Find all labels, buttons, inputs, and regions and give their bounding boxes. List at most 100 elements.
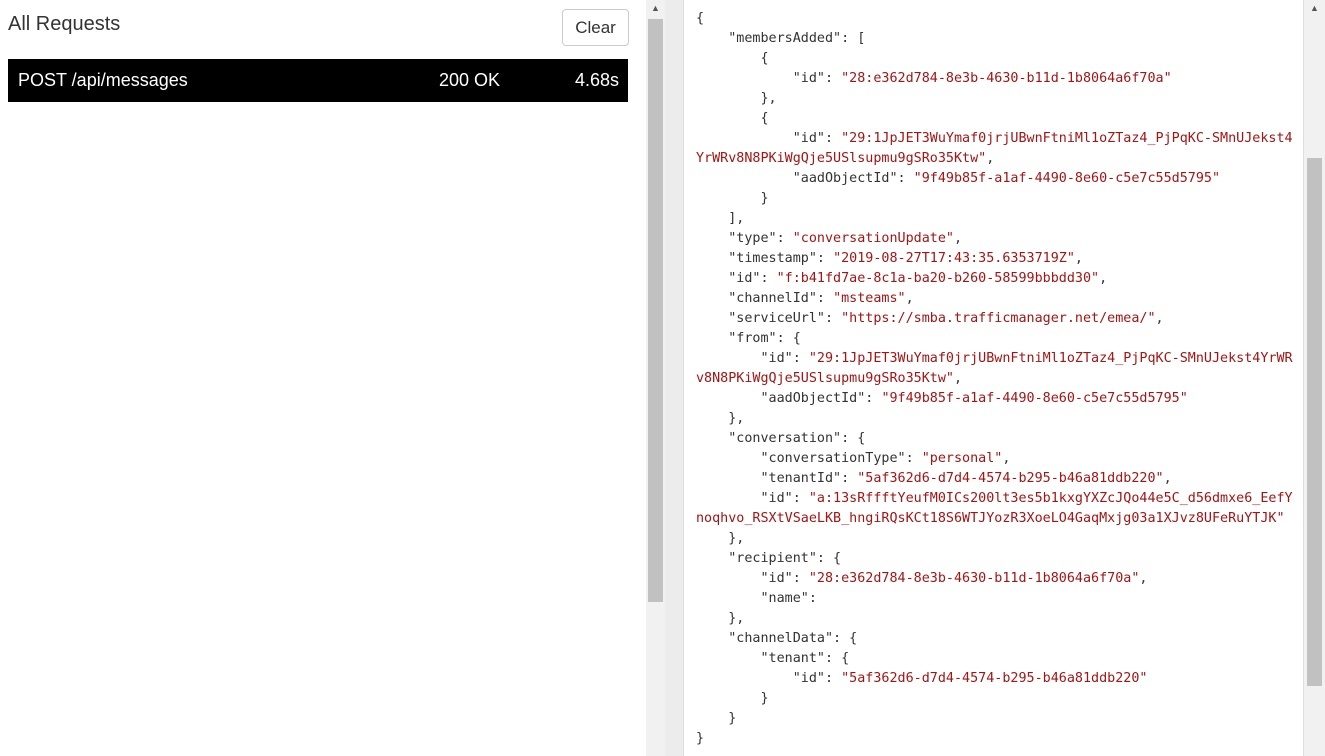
json-body: { "membersAdded": [ { "id": "28:e362d784…: [696, 9, 1296, 749]
json-token: "tenant": {: [696, 651, 850, 666]
json-string-value: "9f49b85f-a1af-4490-8e60-c5e7c55d5795": [913, 171, 1221, 186]
request-row[interactable]: POST /api/messages 200 OK 4.68s: [8, 59, 628, 102]
json-line: "aadObjectId": "9f49b85f-a1af-4490-8e60-…: [696, 389, 1296, 409]
json-line: v8N8PKiWgQje5USlsupmu9gSRo35Ktw",: [696, 369, 1296, 389]
json-token: {: [696, 111, 769, 126]
json-line: {: [696, 9, 1296, 29]
requests-pane: All Requests Clear POST /api/messages 20…: [0, 0, 646, 756]
json-token: "id":: [696, 671, 842, 686]
json-line: "tenant": {: [696, 649, 1296, 669]
right-scrollbar-thumb[interactable]: [1307, 158, 1322, 686]
json-token: },: [696, 611, 745, 626]
json-line: }: [696, 689, 1296, 709]
json-token: ,: [953, 371, 963, 386]
json-token: }: [696, 711, 737, 726]
json-token: {: [696, 51, 769, 66]
json-token: },: [696, 91, 777, 106]
json-string-value: v8N8PKiWgQje5USlsupmu9gSRo35Ktw": [696, 371, 954, 386]
json-line: }: [696, 189, 1296, 209]
json-token: "id":: [696, 131, 842, 146]
json-line: "id": "28:e362d784-8e3b-4630-b11d-1b8064…: [696, 569, 1296, 589]
json-line: "channelData": {: [696, 629, 1296, 649]
page-title: All Requests: [8, 13, 121, 35]
json-line: "id": "29:1JpJET3WuYmaf0jrjUBwnFtniMl1oZ…: [696, 349, 1296, 369]
right-scrollbar[interactable]: ▲: [1304, 0, 1325, 756]
json-line: {: [696, 49, 1296, 69]
json-token: ],: [696, 211, 745, 226]
json-token: ,: [1099, 271, 1108, 286]
json-token: ,: [954, 231, 963, 246]
json-token: "membersAdded": [: [696, 31, 866, 46]
json-line: },: [696, 529, 1296, 549]
json-token: "id":: [696, 351, 809, 366]
json-token: "serviceUrl":: [696, 311, 842, 326]
request-duration: 4.68s: [574, 70, 619, 90]
json-token: "aadObjectId":: [696, 391, 882, 406]
json-token: "id":: [696, 571, 809, 586]
clear-button[interactable]: Clear: [562, 9, 629, 46]
json-token: ,: [1074, 251, 1083, 266]
json-token: ,: [986, 151, 995, 166]
json-token: "id":: [696, 71, 842, 86]
json-line: "id": "f:b41fd7ae-8c1a-ba20-b260-58599bb…: [696, 269, 1296, 289]
json-token: ,: [1163, 471, 1172, 486]
json-token: },: [696, 531, 745, 546]
json-line: "membersAdded": [: [696, 29, 1296, 49]
json-token: {: [696, 11, 705, 26]
json-line: "recipient": {: [696, 549, 1296, 569]
json-line: ],: [696, 209, 1296, 229]
json-token: "from": {: [696, 331, 801, 346]
json-string-value: "9f49b85f-a1af-4490-8e60-c5e7c55d5795": [881, 391, 1188, 406]
json-line: "conversationType": "personal",: [696, 449, 1296, 469]
json-token: "conversationType":: [696, 451, 922, 466]
left-scrollbar-thumb[interactable]: [648, 19, 663, 602]
json-string-value: "https://smba.trafficmanager.net/emea/": [841, 311, 1156, 326]
json-line: "from": {: [696, 329, 1296, 349]
scroll-up-icon[interactable]: ▲: [1304, 0, 1325, 17]
json-line: }: [696, 729, 1296, 749]
json-token: ,: [1002, 451, 1011, 466]
json-token: "channelId":: [696, 291, 834, 306]
json-string-value: "personal": [921, 451, 1003, 466]
json-line: "serviceUrl": "https://smba.trafficmanag…: [696, 309, 1296, 329]
json-line: "aadObjectId": "9f49b85f-a1af-4490-8e60-…: [696, 169, 1296, 189]
json-token: }: [696, 191, 769, 206]
json-line: {: [696, 109, 1296, 129]
json-string-value: noqhvo_RSXtVSaeLKB_hngiRQsKCt18S6WTJYozR…: [696, 511, 1285, 526]
json-token: "id":: [696, 271, 777, 286]
json-string-value: "a:13sRffftYeufM0ICs200lt3es5b1kxgYXZcJQ…: [808, 491, 1293, 506]
json-line: "id": "28:e362d784-8e3b-4630-b11d-1b8064…: [696, 69, 1296, 89]
json-string-value: "29:1JpJET3WuYmaf0jrjUBwnFtniMl1oZTaz4_P…: [808, 351, 1293, 366]
json-line: "type": "conversationUpdate",: [696, 229, 1296, 249]
json-line: "id": "5af362d6-d7d4-4574-b295-b46a81ddb…: [696, 669, 1296, 689]
json-line: "timestamp": "2019-08-27T17:43:35.635371…: [696, 249, 1296, 269]
json-token: "recipient": {: [696, 551, 842, 566]
json-line: "tenantId": "5af362d6-d7d4-4574-b295-b46…: [696, 469, 1296, 489]
json-token: "conversation": {: [696, 431, 866, 446]
json-line: "name":: [696, 589, 1296, 609]
pane-divider[interactable]: [665, 0, 684, 756]
scroll-up-icon[interactable]: ▲: [646, 0, 665, 17]
json-token: ,: [1155, 311, 1164, 326]
json-line: "conversation": {: [696, 429, 1296, 449]
json-line: "id": "29:1JpJET3WuYmaf0jrjUBwnFtniMl1oZ…: [696, 129, 1296, 149]
json-string-value: "msteams": [833, 291, 906, 306]
json-string-value: YrWRv8N8PKiWgQje5USlsupmu9gSRo35Ktw": [696, 151, 987, 166]
json-token: "channelData": {: [696, 631, 858, 646]
json-line: YrWRv8N8PKiWgQje5USlsupmu9gSRo35Ktw",: [696, 149, 1296, 169]
json-token: }: [696, 731, 705, 746]
request-status: 200 OK: [438, 70, 500, 90]
json-string-value: "28:e362d784-8e3b-4630-b11d-1b8064a6f70a…: [841, 71, 1172, 86]
left-scrollbar[interactable]: ▲: [646, 0, 665, 756]
json-line: "channelId": "msteams",: [696, 289, 1296, 309]
json-token: ,: [905, 291, 914, 306]
json-string-value: "f:b41fd7ae-8c1a-ba20-b260-58599bbbdd30": [776, 271, 1100, 286]
json-token: }: [696, 691, 769, 706]
json-string-value: "5af362d6-d7d4-4574-b295-b46a81ddb220": [841, 671, 1148, 686]
json-token: "tenantId":: [696, 471, 858, 486]
json-token: "id":: [696, 491, 809, 506]
json-line: },: [696, 409, 1296, 429]
json-line: }: [696, 709, 1296, 729]
json-string-value: "28:e362d784-8e3b-4630-b11d-1b8064a6f70a…: [808, 571, 1140, 586]
request-method-path: POST /api/messages: [18, 70, 188, 90]
